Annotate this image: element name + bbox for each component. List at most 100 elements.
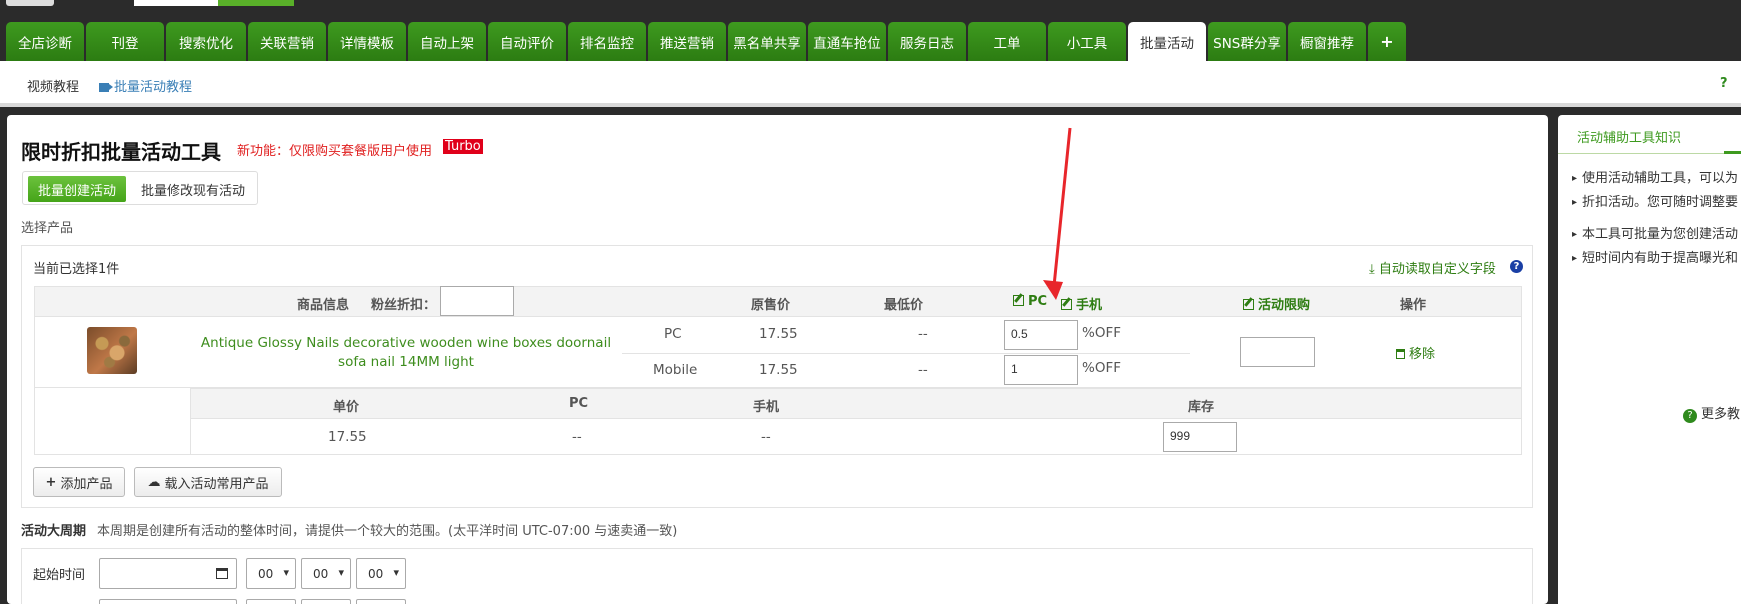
batch-modify-button[interactable]: 批量修改现有活动 <box>133 176 253 202</box>
side-panel-title: 活动辅助工具知识 <box>1577 131 1682 146</box>
tab-9[interactable]: 黑名单共享 <box>728 22 806 61</box>
sku-header-pc: PC <box>569 396 589 411</box>
add-product-label: 添加产品 <box>60 476 113 492</box>
auto-read-fields-link[interactable]: ⤓ 自动读取自定义字段 <box>1369 258 1496 277</box>
side-tip-1b: 折扣活动。您可随时调整要 <box>1572 191 1738 215</box>
row-price: 17.55 <box>759 362 798 378</box>
sku-mobile: -- <box>761 429 771 445</box>
selected-count: 当前已选择1件 <box>33 262 120 277</box>
tab-4[interactable]: 详情模板 <box>328 22 406 61</box>
period-description: 本周期是创建所有活动的整体时间，请提供一个较大的范围。(太平洋时间 UTC-07… <box>97 524 678 539</box>
mode-switch: 批量创建活动 批量修改现有活动 <box>22 171 258 205</box>
video-icon <box>99 83 113 92</box>
help-icon[interactable]: ? <box>1720 76 1728 91</box>
tab-8[interactable]: 推送营销 <box>648 22 726 61</box>
load-common-label: 载入活动常用产品 <box>164 476 269 492</box>
row-platform: Mobile <box>653 362 698 378</box>
batch-tutorial-label: 批量活动教程 <box>114 80 193 95</box>
tab-11[interactable]: 服务日志 <box>888 22 966 61</box>
trash-icon <box>1396 349 1405 359</box>
load-common-products-button[interactable]: ☁ 载入活动常用产品 <box>134 467 282 497</box>
tab-2[interactable]: 搜索优化 <box>166 22 246 61</box>
tab-13[interactable]: 小工具 <box>1048 22 1126 61</box>
start-hour-select[interactable]: 00 <box>246 558 296 589</box>
edit-icon <box>1061 299 1072 310</box>
start-second-select[interactable]: 00 <box>356 558 406 589</box>
tab-7[interactable]: 排名监控 <box>568 22 646 61</box>
page-title: 限时折扣批量活动工具 <box>21 140 221 164</box>
mobile-discount-input[interactable]: 1 <box>1004 355 1078 385</box>
tab-0[interactable]: 全店诊断 <box>6 22 84 61</box>
tab-15[interactable]: SNS群分享 <box>1208 22 1286 61</box>
header-limit[interactable]: 活动限购 <box>1243 294 1310 313</box>
row-lowest: -- <box>918 326 928 342</box>
batch-tutorial-link[interactable]: 批量活动教程 <box>99 76 192 95</box>
header-action: 操作 <box>1400 298 1427 313</box>
more-tutorials-link[interactable]: ? 更多教 <box>1683 403 1740 423</box>
header-product-info: 商品信息 <box>297 298 350 313</box>
period-title: 活动大周期 <box>21 524 87 539</box>
header-pc[interactable]: PC <box>1013 294 1047 309</box>
plus-icon: + <box>45 474 57 490</box>
discount-unit: %OFF <box>1082 360 1121 376</box>
row-lowest: -- <box>918 362 928 378</box>
auto-read-label: 自动读取自定义字段 <box>1378 262 1496 277</box>
calendar-icon <box>216 568 228 579</box>
tab-12[interactable]: 工单 <box>968 22 1046 61</box>
header-pc-label: PC <box>1028 294 1048 309</box>
tab-14[interactable]: 批量活动 <box>1128 22 1206 61</box>
tab-10[interactable]: 直通车抢位 <box>808 22 886 61</box>
row-price: 17.55 <box>759 326 798 342</box>
product-name-link[interactable]: Antique Glossy Nails decorative wooden w… <box>190 334 622 372</box>
sub-navigation: 视频教程 批量活动教程 ? <box>0 61 1741 107</box>
question-icon: ? <box>1683 409 1697 423</box>
remove-button[interactable]: 移除 <box>1396 343 1435 362</box>
stock-input[interactable]: 999 <box>1163 422 1237 452</box>
side-tip-2a: 本工具可批量为您创建活动 <box>1572 223 1738 247</box>
tab-6[interactable]: 自动评价 <box>488 22 566 61</box>
start-time-label: 起始时间 <box>33 568 86 583</box>
select-product-label: 选择产品 <box>21 221 74 236</box>
start-minute-select[interactable]: 00 <box>301 558 351 589</box>
sku-table-header: 单价 PC 手机 库存 <box>190 388 1522 419</box>
header-mobile[interactable]: 手机 <box>1061 294 1102 313</box>
tab-3[interactable]: 关联营销 <box>248 22 326 61</box>
help-icon[interactable]: ? <box>1510 260 1523 273</box>
pc-discount-input[interactable]: 0.5 <box>1004 320 1078 350</box>
logo <box>0 0 300 6</box>
side-tip-1a: 使用活动辅助工具，可以为 <box>1572 167 1738 191</box>
main-tabs: 全店诊断 刊登 搜索优化 关联营销 详情模板 自动上架 自动评价 排名监控 推送营销 黑名单共享直… <box>6 22 1408 61</box>
side-tip-2b: 短时间内有助于提高曝光和 <box>1572 247 1738 271</box>
add-product-button[interactable]: + 添加产品 <box>33 467 125 497</box>
edit-icon <box>1013 295 1024 306</box>
new-feature-note: 新功能：仅限购买套餐版用户使用 <box>237 144 433 159</box>
edit-icon <box>1243 299 1254 310</box>
video-tutorial-link[interactable]: 视频教程 <box>27 76 79 95</box>
turbo-badge: Turbo <box>443 139 483 154</box>
tab-1[interactable]: 刊登 <box>86 22 164 61</box>
sku-header-mobile: 手机 <box>753 400 780 415</box>
add-tab-button[interactable]: + <box>1368 22 1406 61</box>
product-thumbnail <box>87 327 137 374</box>
start-date-input[interactable] <box>99 558 237 589</box>
discount-unit: %OFF <box>1082 325 1121 341</box>
sku-unit-price: 17.55 <box>328 429 367 445</box>
product-table-header: 商品信息 粉丝折扣： 原售价 最低价 PC 手机 活动限购 操作 <box>34 286 1522 317</box>
header-original-price: 原售价 <box>751 298 791 313</box>
sku-header-unit-price: 单价 <box>333 400 360 415</box>
more-tutorials-label: 更多教 <box>1701 407 1741 422</box>
tab-16[interactable]: 橱窗推荐 <box>1288 22 1366 61</box>
limit-input[interactable] <box>1240 337 1315 367</box>
cloud-download-icon: ☁ <box>147 474 161 490</box>
header-fans-discount: 粉丝折扣： <box>371 298 437 313</box>
row-platform: PC <box>664 326 682 342</box>
remove-label: 移除 <box>1409 347 1436 362</box>
side-panel: 活动辅助工具知识 使用活动辅助工具，可以为 折扣活动。您可随时调整要 本工具可批… <box>1558 115 1741 604</box>
batch-create-button[interactable]: 批量创建活动 <box>28 176 126 202</box>
fans-discount-input[interactable] <box>440 286 514 316</box>
top-bar: 全店诊断 刊登 搜索优化 关联营销 详情模板 自动上架 自动评价 排名监控 推送营销 黑名单共享直… <box>0 0 1741 61</box>
header-lowest-price: 最低价 <box>884 298 924 313</box>
sku-header-stock: 库存 <box>1188 400 1215 415</box>
tab-5[interactable]: 自动上架 <box>408 22 486 61</box>
sku-row <box>190 419 1522 455</box>
